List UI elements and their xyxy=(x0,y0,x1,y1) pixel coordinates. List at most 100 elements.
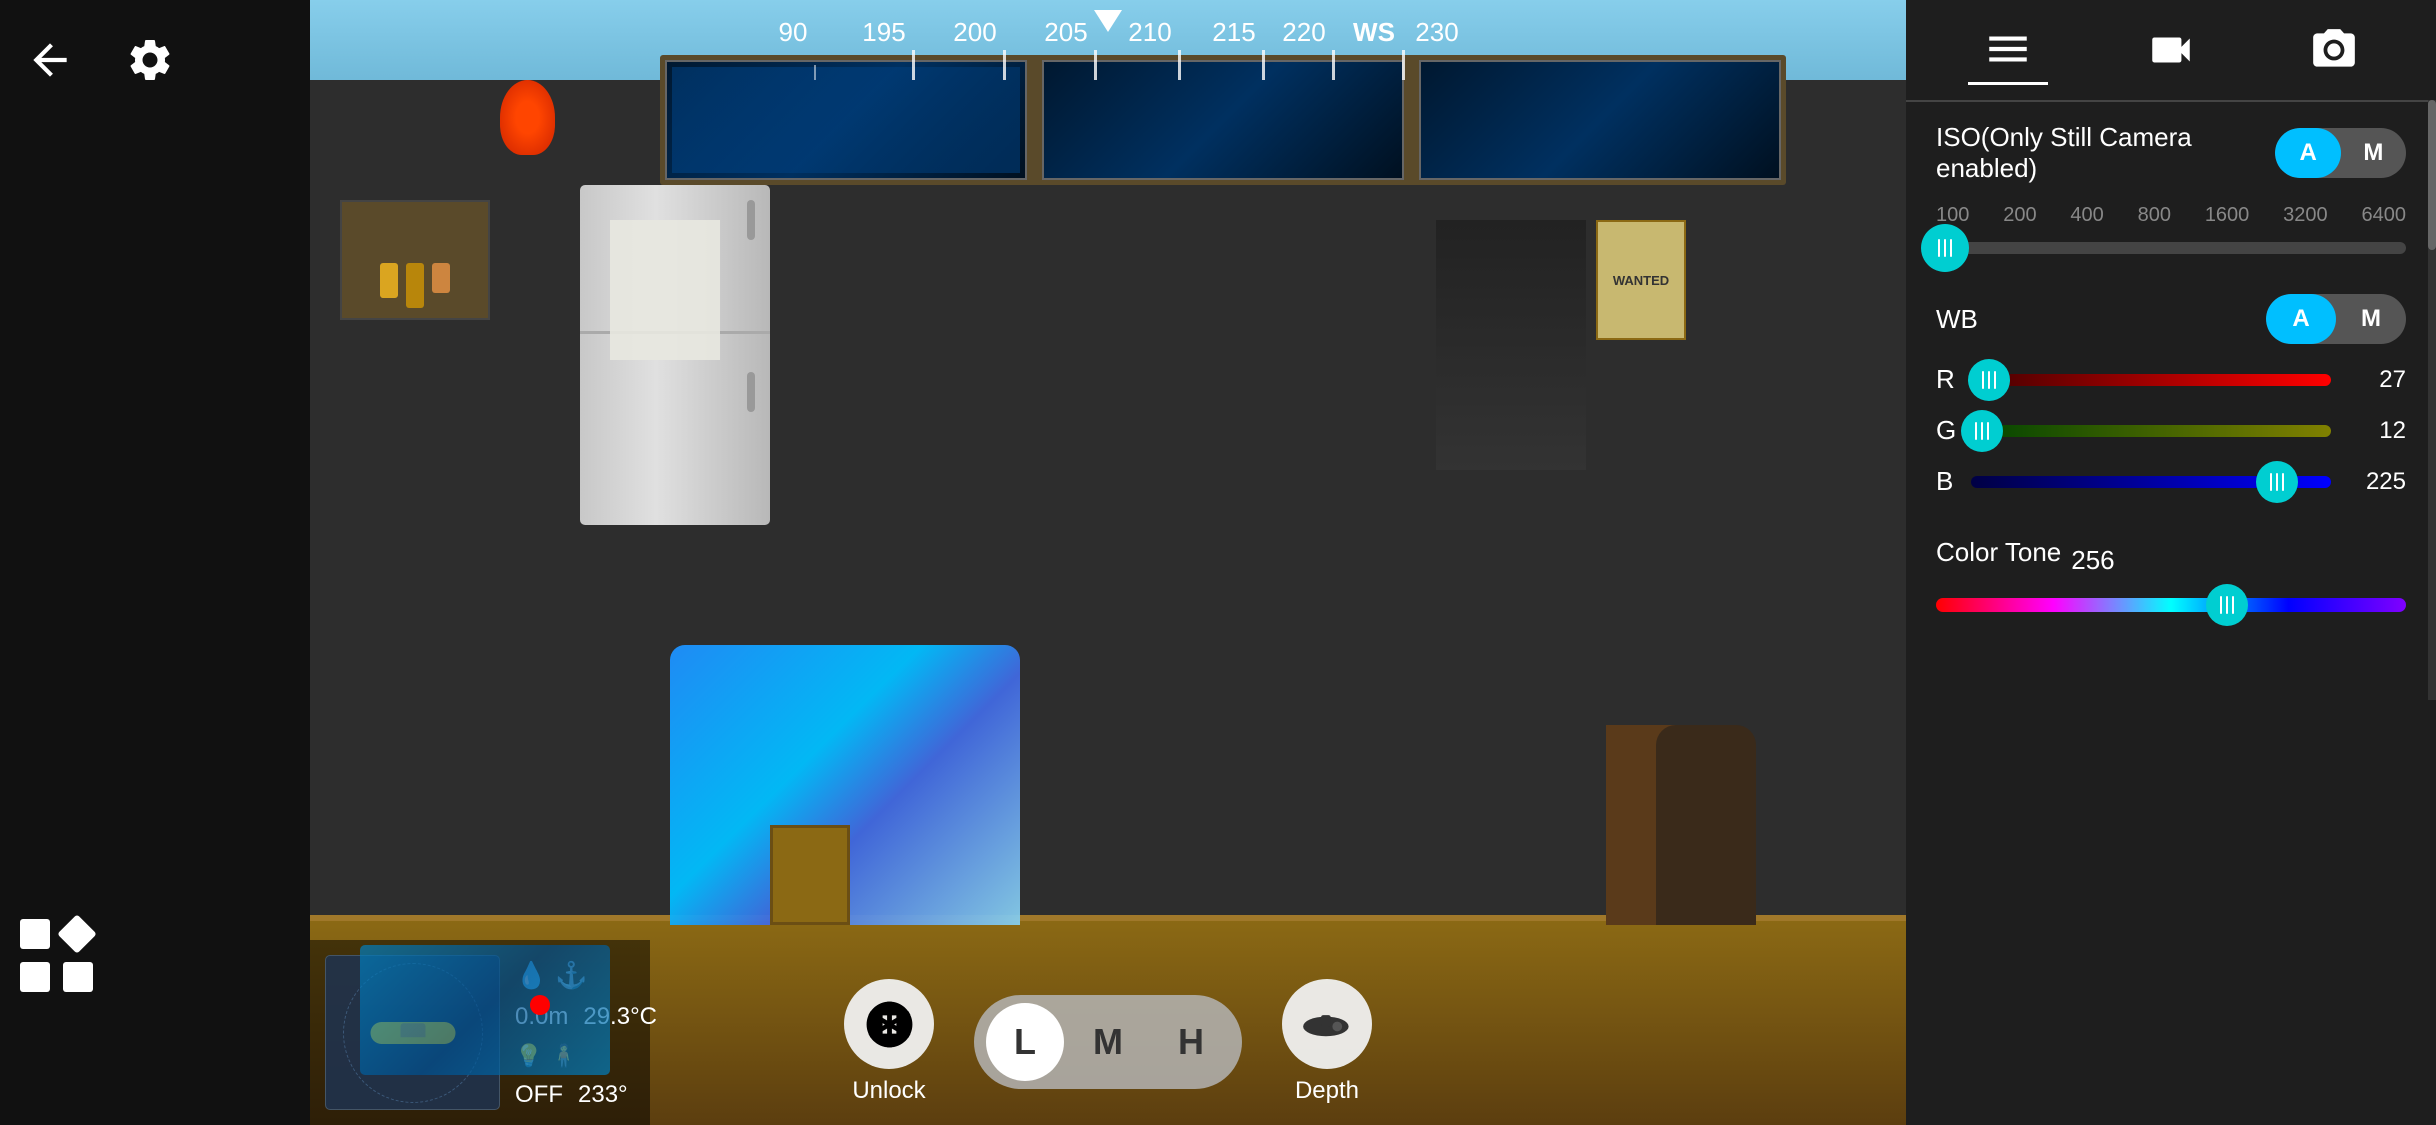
staircase-area xyxy=(1436,220,1586,470)
heading-value: 233° xyxy=(578,1081,628,1109)
iso-auto-btn[interactable]: A xyxy=(2275,128,2340,178)
wb-b-row: B 225 xyxy=(1936,466,2406,497)
iso-slider-thumb[interactable] xyxy=(1921,224,1969,272)
iso-header-row: ISO(Only Still Camera enabled) A M xyxy=(1936,122,2406,184)
unlock-icon xyxy=(862,997,917,1052)
grid-square-1 xyxy=(20,919,50,949)
compass-tick xyxy=(1178,50,1181,80)
scene-background: WANTED xyxy=(310,0,1906,1125)
wb-auto-btn[interactable]: A xyxy=(2266,294,2336,344)
wb-g-value: 12 xyxy=(2346,417,2406,445)
speed-btn-L[interactable]: L xyxy=(986,1003,1064,1081)
thumb-line xyxy=(1994,371,1996,389)
thumb-line xyxy=(2276,473,2278,491)
depth-icon xyxy=(1295,999,1360,1049)
tab-settings[interactable] xyxy=(1968,15,2048,85)
wooden-crate xyxy=(770,825,850,925)
layout-icon[interactable] xyxy=(20,915,100,995)
compass-label-90: 90 xyxy=(779,17,808,48)
thumb-line xyxy=(2220,596,2222,614)
right-panel-content: ISO(Only Still Camera enabled) A M 100 2… xyxy=(1906,102,2436,1125)
red-lantern xyxy=(500,80,555,155)
right-panel: ISO(Only Still Camera enabled) A M 100 2… xyxy=(1906,0,2436,1125)
wb-manual-btn[interactable]: M xyxy=(2336,294,2406,344)
compass-tick xyxy=(1332,50,1335,80)
color-tone-header: Color Tone 256 xyxy=(1936,537,2406,583)
speed-btn-M[interactable]: M xyxy=(1069,1003,1147,1081)
thumb-line xyxy=(1975,422,1977,440)
color-tone-label: Color Tone xyxy=(1936,537,2061,568)
top-controls xyxy=(20,30,180,90)
iso-manual-btn[interactable]: M xyxy=(2341,128,2406,178)
depth-control[interactable]: Depth xyxy=(1282,979,1372,1105)
wb-section: WB A M R 27 xyxy=(1936,294,2406,497)
wb-am-toggle[interactable]: A M xyxy=(2266,294,2406,344)
wb-header-row: WB A M xyxy=(1936,294,2406,344)
iso-400: 400 xyxy=(2070,204,2103,227)
thumb-line xyxy=(1950,239,1952,257)
bottom-center-controls: Unlock L M H Depth xyxy=(844,979,1372,1105)
iso-slider-track[interactable] xyxy=(1936,242,2406,254)
compass-arrow xyxy=(1094,10,1122,32)
wb-g-thumb[interactable] xyxy=(1961,410,2003,452)
fridge-paper xyxy=(610,220,720,360)
right-scrollbar[interactable] xyxy=(2428,100,2436,700)
unlock-control[interactable]: Unlock xyxy=(844,979,934,1105)
left-sidebar xyxy=(0,0,310,1125)
thumb-line xyxy=(1988,371,1990,389)
thumb-line xyxy=(2270,473,2272,491)
light-heading-values: OFF 233° xyxy=(515,1081,657,1109)
right-panel-tabs xyxy=(1906,0,2436,102)
iso-200: 200 xyxy=(2003,204,2036,227)
grid-square-3 xyxy=(63,962,93,992)
grid-diamond-1 xyxy=(57,914,97,954)
iso-am-toggle[interactable]: A M xyxy=(2275,128,2406,178)
speed-btn-H[interactable]: H xyxy=(1152,1003,1230,1081)
color-tone-track[interactable] xyxy=(1936,598,2406,612)
wb-g-track[interactable] xyxy=(1971,425,2331,437)
compass-label-205: 205 xyxy=(1044,17,1087,48)
iso-section: ISO(Only Still Camera enabled) A M 100 2… xyxy=(1936,122,2406,254)
compass-tick xyxy=(1094,50,1097,80)
wb-g-label: G xyxy=(1936,415,1956,446)
color-tone-thumb[interactable] xyxy=(2206,584,2248,626)
depth-circle[interactable] xyxy=(1282,979,1372,1069)
compass-label-230: 230 xyxy=(1415,17,1458,48)
camera-view: WANTED 90 195 200 205 210 215 xyxy=(310,0,1906,1125)
thumb-line xyxy=(1944,239,1946,257)
right-scrollbar-thumb[interactable] xyxy=(2428,100,2436,250)
iso-label: ISO(Only Still Camera enabled) xyxy=(1936,122,2275,184)
wanted-poster: WANTED xyxy=(1596,220,1686,340)
compass-tick xyxy=(912,50,915,80)
thumb-line xyxy=(2232,596,2234,614)
compass-label-200: 200 xyxy=(953,17,996,48)
unlock-circle[interactable] xyxy=(844,979,934,1069)
wb-b-thumb[interactable] xyxy=(2256,461,2298,503)
iso-3200: 3200 xyxy=(2283,204,2328,227)
wb-g-row: G 12 xyxy=(1936,415,2406,446)
tab-camera[interactable] xyxy=(2294,15,2374,85)
thumb-line xyxy=(2282,473,2284,491)
wb-b-track[interactable] xyxy=(1971,476,2331,488)
speed-selector[interactable]: L M H xyxy=(974,995,1242,1089)
wb-label: WB xyxy=(1936,304,1978,335)
thumb-line xyxy=(1982,371,1984,389)
color-tone-value: 256 xyxy=(2071,545,2114,576)
back-button[interactable] xyxy=(20,30,80,90)
tab-video[interactable] xyxy=(2131,15,2211,85)
compass-label-210: 210 xyxy=(1128,17,1171,48)
wb-r-thumb[interactable] xyxy=(1968,359,2010,401)
compass-label-195: 195 xyxy=(862,17,905,48)
settings-button[interactable] xyxy=(120,30,180,90)
thumb-line xyxy=(1938,239,1940,257)
iso-1600: 1600 xyxy=(2205,204,2250,227)
iso-scale-labels: 100 200 400 800 1600 3200 6400 xyxy=(1936,204,2406,227)
wall-shelf xyxy=(340,200,490,320)
compass-label-215: 215 xyxy=(1212,17,1255,48)
wb-r-value: 27 xyxy=(2346,366,2406,394)
wb-r-row: R 27 xyxy=(1936,364,2406,395)
compass-label-ws: WS xyxy=(1353,17,1395,48)
compass-bar: 90 195 200 205 210 215 220 WS 230 xyxy=(310,10,1906,80)
compass-label-220: 220 xyxy=(1282,17,1325,48)
wb-r-track[interactable] xyxy=(1971,374,2331,386)
